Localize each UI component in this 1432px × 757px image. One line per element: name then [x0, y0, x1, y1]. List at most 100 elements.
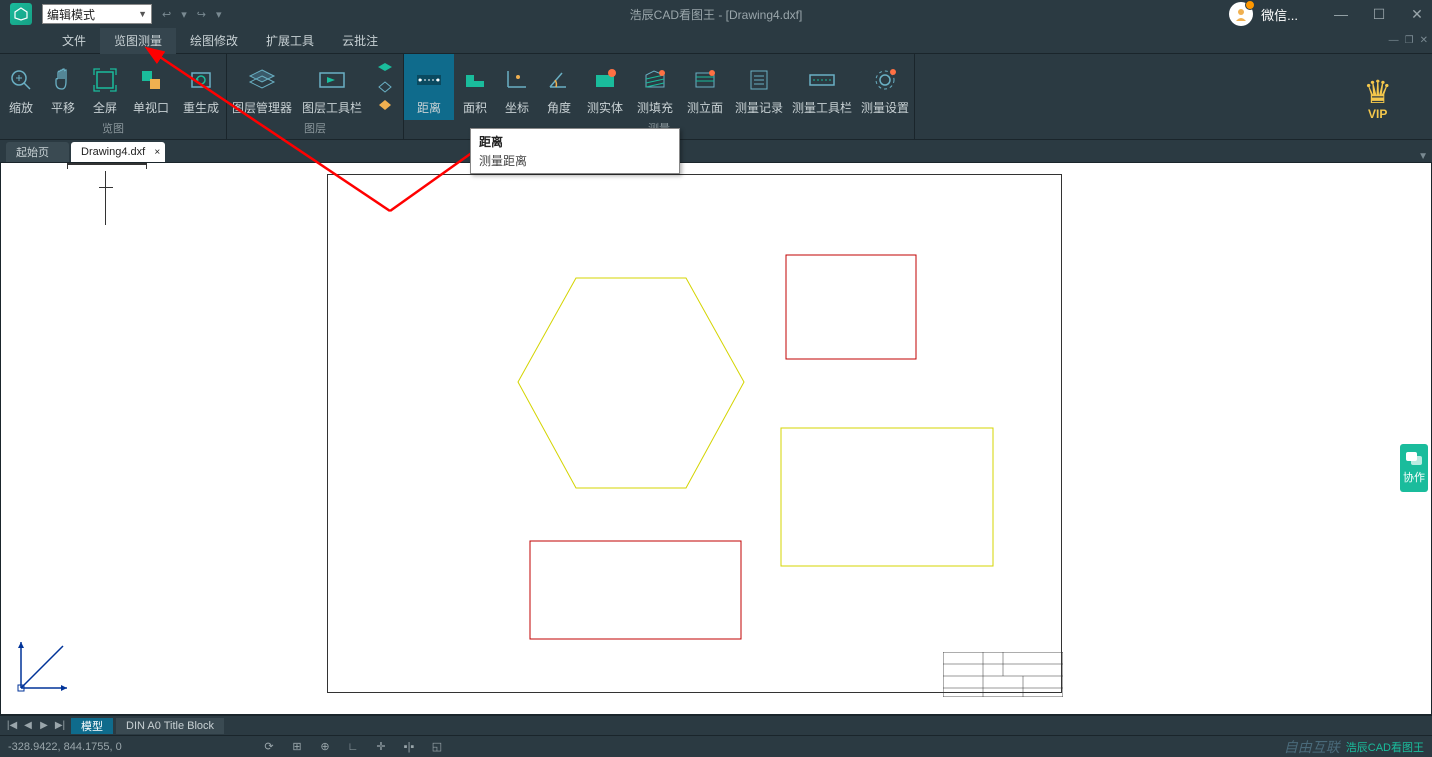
undo-icon[interactable]: ↩ [162, 8, 171, 21]
tool-area[interactable]: 面积 [454, 54, 496, 120]
tool-elevation[interactable]: 测立面 [680, 54, 730, 120]
quick-access-toolbar: ↩ ▾ ↪ ▾ [162, 8, 222, 21]
chat-icon [1405, 451, 1423, 467]
vip-button[interactable]: ♛ VIP [1363, 54, 1432, 139]
hexagon-shape [516, 274, 746, 492]
tab-next-icon[interactable]: ▶ [36, 720, 52, 731]
tab-start[interactable]: 起始页 [6, 142, 69, 162]
status-polar-icon[interactable]: ✛ [372, 738, 390, 756]
group-layer-label: 图层 [227, 120, 403, 139]
crown-icon: ♛ [1363, 73, 1392, 111]
tool-zoom[interactable]: 缩放 [0, 54, 42, 120]
redo-dropdown-icon[interactable]: ▾ [216, 8, 222, 21]
mdi-minimize-icon[interactable]: — [1389, 35, 1399, 46]
record-icon [744, 65, 774, 95]
chevron-down-icon: ▼ [138, 9, 147, 19]
maximize-button[interactable]: ☐ [1364, 6, 1394, 23]
status-osnap-icon[interactable]: ▪|▪ [400, 738, 418, 756]
tool-measure-record[interactable]: 测量记录 [730, 54, 788, 120]
close-icon[interactable]: × [154, 147, 160, 158]
tab-prev-icon[interactable]: ◀ [20, 720, 36, 731]
tool-distance[interactable]: 距离 [404, 54, 454, 120]
tool-layer-toolbar[interactable]: 图层工具栏 [297, 54, 367, 120]
tool-measure-toolbar[interactable]: 测量工具栏 [788, 54, 856, 120]
menu-ext-tools[interactable]: 扩展工具 [252, 28, 328, 54]
fill-icon [640, 65, 670, 95]
tool-regen[interactable]: 重生成 [176, 54, 226, 120]
viewport-icon [136, 65, 166, 95]
entity-icon [590, 65, 620, 95]
area-icon [460, 65, 490, 95]
layer-state-icon[interactable] [376, 62, 394, 76]
redo-icon[interactable]: ↪ [197, 8, 206, 21]
fullscreen-icon [90, 65, 120, 95]
tab-scroll-icon[interactable]: ▼ [1418, 151, 1428, 162]
watermark-text: 自由互联 [1284, 737, 1340, 757]
ucs-icon [15, 636, 73, 694]
pan-icon [48, 65, 78, 95]
tool-pan[interactable]: 平移 [42, 54, 84, 120]
layout-tab-1[interactable]: DIN A0 Title Block [116, 718, 224, 734]
status-snap-icon[interactable]: ⊕ [316, 738, 334, 756]
collab-button[interactable]: 协作 [1400, 444, 1428, 492]
layer-quick-tools [367, 54, 403, 120]
document-tabs: 起始页 Drawing4.dxf× ▼ [0, 140, 1432, 162]
menu-cloud-annot[interactable]: 云批注 [328, 28, 392, 54]
mode-select[interactable]: 编辑模式 ▼ [42, 4, 152, 24]
mdi-close-icon[interactable]: ✕ [1420, 35, 1428, 46]
tool-angle[interactable]: 角度 [538, 54, 580, 120]
status-grid-icon[interactable]: ⊞ [288, 738, 306, 756]
regen-icon [186, 65, 216, 95]
tool-layer-manager[interactable]: 图层管理器 [227, 54, 297, 120]
user-avatar[interactable] [1229, 2, 1253, 26]
drawing-canvas[interactable] [0, 162, 1432, 715]
window-title: 浩辰CAD看图王 - [Drawing4.dxf] [630, 6, 803, 23]
gear-icon [870, 65, 900, 95]
tab-first-icon[interactable]: |◀ [4, 720, 20, 731]
status-coords: -328.9422, 844.1755, 0 [8, 741, 122, 753]
red-rect-top [785, 254, 917, 360]
tooltip-desc: 测量距离 [479, 152, 671, 169]
tab-drawing[interactable]: Drawing4.dxf× [71, 142, 165, 162]
wechat-label[interactable]: 微信... [1261, 5, 1298, 24]
menu-file[interactable]: 文件 [48, 28, 100, 54]
menu-view-measure[interactable]: 览图测量 [100, 28, 176, 54]
menu-bar: 文件 览图测量 绘图修改 扩展工具 云批注 — ❐ ✕ [0, 28, 1432, 54]
tab-last-icon[interactable]: ▶| [52, 720, 68, 731]
red-rect-bottom [529, 540, 742, 640]
tool-entity[interactable]: 测实体 [580, 54, 630, 120]
yellow-rect [780, 427, 994, 567]
tool-coord[interactable]: 坐标 [496, 54, 538, 120]
layers-icon [247, 65, 277, 95]
mdi-restore-icon[interactable]: ❐ [1405, 35, 1414, 46]
minimize-button[interactable]: — [1326, 6, 1356, 22]
status-refresh-icon[interactable]: ⟳ [260, 738, 278, 756]
app-logo [10, 3, 32, 25]
angle-icon [544, 65, 574, 95]
coord-icon [502, 65, 532, 95]
layer-off-icon[interactable] [376, 98, 394, 112]
layout-tabs: |◀ ◀ ▶ ▶| 模型 DIN A0 Title Block [0, 715, 1432, 735]
zoom-icon [6, 65, 36, 95]
tool-single-view[interactable]: 单视口 [126, 54, 176, 120]
ruler-horizontal [67, 163, 147, 173]
ruler-vertical [105, 171, 106, 225]
tool-fill[interactable]: 测填充 [630, 54, 680, 120]
status-ortho-icon[interactable]: ∟ [344, 738, 362, 756]
layer-toolbar-icon [317, 65, 347, 95]
status-bar: -328.9422, 844.1755, 0 ⟳ ⊞ ⊕ ∟ ✛ ▪|▪ ◱ 自… [0, 735, 1432, 757]
tool-fullscreen[interactable]: 全屏 [84, 54, 126, 120]
layout-tab-model[interactable]: 模型 [71, 718, 113, 734]
menu-draw-edit[interactable]: 绘图修改 [176, 28, 252, 54]
tool-measure-settings[interactable]: 测量设置 [856, 54, 914, 120]
brand-label: 浩辰CAD看图王 [1346, 739, 1424, 755]
group-view-label: 览图 [0, 120, 226, 139]
undo-dropdown-icon[interactable]: ▾ [181, 8, 187, 21]
layer-iso-icon[interactable] [376, 80, 394, 94]
close-button[interactable]: ✕ [1402, 6, 1432, 23]
mode-select-label: 编辑模式 [47, 6, 95, 23]
title-bar: 编辑模式 ▼ ↩ ▾ ↪ ▾ 浩辰CAD看图王 - [Drawing4.dxf]… [0, 0, 1432, 28]
measure-toolbar-icon [807, 65, 837, 95]
status-select-icon[interactable]: ◱ [428, 738, 446, 756]
elevation-icon [690, 65, 720, 95]
